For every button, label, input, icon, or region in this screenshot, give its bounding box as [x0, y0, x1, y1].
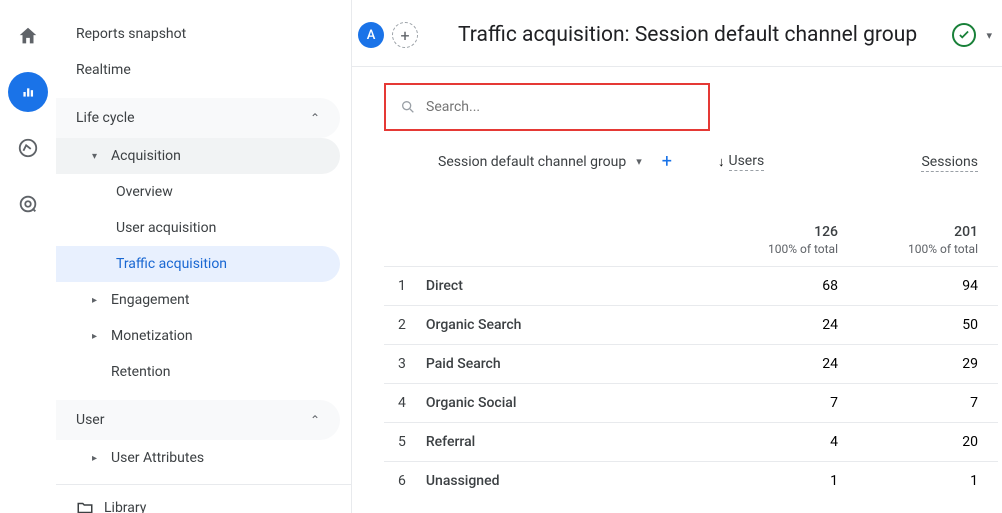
report-body: Session default channel group ▾ + ↓ User… — [352, 66, 1002, 500]
chevron-up-icon: ⌃ — [310, 111, 320, 125]
sidebar-sub-label: User Attributes — [111, 450, 204, 466]
row-users: 68 — [718, 267, 858, 306]
column-label: Sessions — [921, 154, 978, 172]
sidebar-section-user[interactable]: User ⌃ — [56, 400, 340, 440]
row-sessions: 20 — [858, 423, 998, 462]
totals-row: 126 100% of total 201 100% of total — [384, 184, 998, 267]
advertising-icon[interactable] — [8, 184, 48, 224]
total-value: 126 — [814, 224, 838, 240]
row-index: 5 — [384, 423, 426, 462]
row-users: 4 — [718, 423, 858, 462]
page-title: Traffic acquisition: Session default cha… — [458, 23, 944, 47]
arrow-down-icon: ↓ — [718, 154, 725, 170]
leaf-label: User acquisition — [116, 220, 216, 236]
table-row[interactable]: 1Direct6894 — [384, 267, 998, 306]
column-label: Users — [729, 153, 765, 171]
row-sessions: 1 — [858, 462, 998, 501]
total-pct: 100% of total — [718, 242, 838, 256]
sidebar-sub-engagement[interactable]: ▸ Engagement — [56, 282, 340, 318]
total-sessions: 201 100% of total — [858, 184, 998, 267]
sidebar-library[interactable]: Library — [56, 484, 352, 513]
row-sessions: 94 — [858, 267, 998, 306]
sidebar: Reports snapshot Realtime Life cycle ⌃ ▾… — [56, 0, 352, 513]
row-sessions: 50 — [858, 306, 998, 345]
table-row[interactable]: 5Referral420 — [384, 423, 998, 462]
sidebar-sub-label: Engagement — [111, 292, 189, 308]
sidebar-leaf-traffic-acquisition[interactable]: Traffic acquisition — [56, 246, 340, 282]
sidebar-item-realtime[interactable]: Realtime — [56, 52, 352, 88]
section-label: User — [76, 412, 104, 428]
highlighted-search — [384, 83, 710, 131]
table-row[interactable]: 4Organic Social77 — [384, 384, 998, 423]
chevron-up-icon: ⌃ — [310, 413, 320, 427]
row-index: 3 — [384, 345, 426, 384]
row-name: Organic Social — [426, 384, 718, 423]
data-table: 126 100% of total 201 100% of total 1Dir… — [384, 184, 998, 500]
table-row[interactable]: 6Unassigned11 — [384, 462, 998, 501]
total-pct: 100% of total — [858, 242, 978, 256]
segment-chip-a[interactable]: A — [358, 22, 384, 48]
total-users: 126 100% of total — [718, 184, 858, 267]
table-row[interactable]: 3Paid Search2429 — [384, 345, 998, 384]
nav-rail — [0, 0, 56, 513]
row-name: Direct — [426, 267, 718, 306]
row-name: Referral — [426, 423, 718, 462]
page-header: A + Traffic acquisition: Session default… — [352, 0, 1002, 66]
chevron-down-icon[interactable]: ▾ — [986, 29, 992, 42]
sidebar-sub-label: Monetization — [111, 328, 193, 344]
check-icon[interactable] — [952, 23, 976, 47]
row-sessions: 29 — [858, 345, 998, 384]
caret-right-icon: ▸ — [92, 295, 97, 306]
row-index: 4 — [384, 384, 426, 423]
column-header-users[interactable]: ↓ Users — [718, 153, 858, 171]
add-segment-button[interactable]: + — [392, 22, 418, 48]
sidebar-sub-user-attributes[interactable]: ▸ User Attributes — [56, 440, 340, 476]
caret-right-icon: ▸ — [92, 453, 97, 464]
row-name: Organic Search — [426, 306, 718, 345]
sidebar-section-life-cycle[interactable]: Life cycle ⌃ — [56, 98, 340, 138]
row-index: 6 — [384, 462, 426, 501]
dimension-select[interactable]: Session default channel group ▾ + — [438, 151, 672, 172]
sidebar-sub-retention[interactable]: ▸ Retention — [56, 354, 340, 390]
table-row[interactable]: 2Organic Search2450 — [384, 306, 998, 345]
row-name: Paid Search — [426, 345, 718, 384]
dimension-label: Session default channel group — [438, 154, 626, 170]
search-icon — [400, 99, 416, 115]
sidebar-leaf-overview[interactable]: Overview — [56, 174, 340, 210]
row-name: Unassigned — [426, 462, 718, 501]
row-sessions: 7 — [858, 384, 998, 423]
reports-icon[interactable] — [8, 72, 48, 112]
sidebar-sub-label: Retention — [111, 364, 171, 380]
caret-right-icon: ▸ — [92, 331, 97, 342]
row-users: 24 — [718, 345, 858, 384]
sidebar-leaf-user-acquisition[interactable]: User acquisition — [56, 210, 340, 246]
folder-icon — [76, 499, 94, 513]
row-index: 1 — [384, 267, 426, 306]
table-header-row: Session default channel group ▾ + ↓ User… — [384, 145, 998, 184]
add-dimension-button[interactable]: + — [662, 151, 672, 172]
chevron-down-icon: ▾ — [636, 155, 642, 168]
explore-icon[interactable] — [8, 128, 48, 168]
section-label: Life cycle — [76, 110, 135, 126]
sidebar-sub-monetization[interactable]: ▸ Monetization — [56, 318, 340, 354]
row-users: 1 — [718, 462, 858, 501]
leaf-label: Overview — [116, 184, 173, 200]
sidebar-item-label: Reports snapshot — [76, 26, 186, 42]
segment-letter: A — [367, 28, 376, 43]
total-value: 201 — [954, 224, 978, 240]
sidebar-sub-label: Acquisition — [111, 148, 181, 164]
row-index: 2 — [384, 306, 426, 345]
main-content: A + Traffic acquisition: Session default… — [351, 0, 1002, 513]
row-users: 24 — [718, 306, 858, 345]
caret-down-icon: ▾ — [92, 151, 97, 162]
sidebar-item-reports-snapshot[interactable]: Reports snapshot — [56, 16, 352, 52]
search-input[interactable] — [426, 99, 694, 115]
sidebar-item-label: Realtime — [76, 62, 131, 78]
home-icon[interactable] — [8, 16, 48, 56]
leaf-label: Traffic acquisition — [116, 256, 227, 272]
sidebar-sub-acquisition[interactable]: ▾ Acquisition — [56, 138, 340, 174]
library-label: Library — [104, 500, 146, 513]
row-users: 7 — [718, 384, 858, 423]
column-header-sessions[interactable]: Sessions — [858, 151, 998, 172]
